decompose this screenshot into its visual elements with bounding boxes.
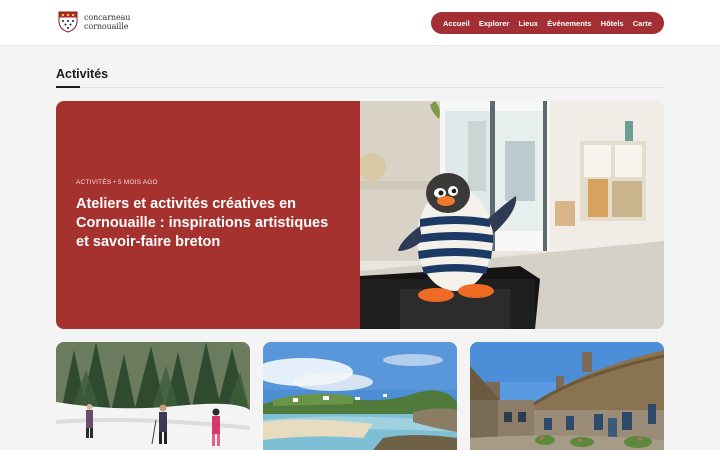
thatched-cottages-image — [470, 342, 664, 450]
article-card-1[interactable] — [56, 342, 250, 450]
featured-article-time: 5 MOIS AGO — [117, 178, 158, 186]
nav-item-carte[interactable]: Carte — [633, 19, 652, 28]
article-card-2[interactable] — [263, 342, 457, 450]
featured-article-card[interactable]: ACTIVITÉS • 5 MOIS AGO Ateliers et activ… — [56, 101, 664, 329]
nav-item-accueil[interactable]: Accueil — [443, 19, 470, 28]
nav-item-hotels[interactable]: Hôtels — [601, 19, 624, 28]
featured-article-text-panel: ACTIVITÉS • 5 MOIS AGO Ateliers et activ… — [56, 101, 360, 329]
site-logo[interactable]: concarneau cornouaille — [58, 11, 130, 33]
coat-of-arms-icon — [58, 11, 78, 33]
site-header: concarneau cornouaille Accueil Explorer … — [0, 0, 720, 46]
ceramic-penguin-image — [360, 101, 664, 329]
snowy-forest-hikers-image — [56, 342, 250, 450]
section-divider — [80, 87, 664, 88]
logo-line-1: concarneau — [84, 12, 131, 22]
featured-article-category: ACTIVITÉS — [76, 178, 112, 186]
section-title-underline — [56, 86, 80, 88]
article-card-3[interactable] — [470, 342, 664, 450]
nav-item-evenements[interactable]: Événements — [547, 19, 591, 28]
logo-line-2: cornouaille — [84, 22, 129, 31]
coastal-beach-image — [263, 342, 457, 450]
featured-article-meta: ACTIVITÉS • 5 MOIS AGO — [76, 178, 158, 186]
logo-wordmark: concarneau cornouaille — [84, 13, 130, 32]
main-nav: Accueil Explorer Lieux Événements Hôtels… — [431, 12, 664, 34]
section-title: Activités — [56, 67, 109, 81]
nav-item-explorer[interactable]: Explorer — [479, 19, 509, 28]
featured-article-title: Ateliers et activités créatives en Corno… — [76, 195, 329, 250]
nav-item-lieux[interactable]: Lieux — [519, 19, 539, 28]
